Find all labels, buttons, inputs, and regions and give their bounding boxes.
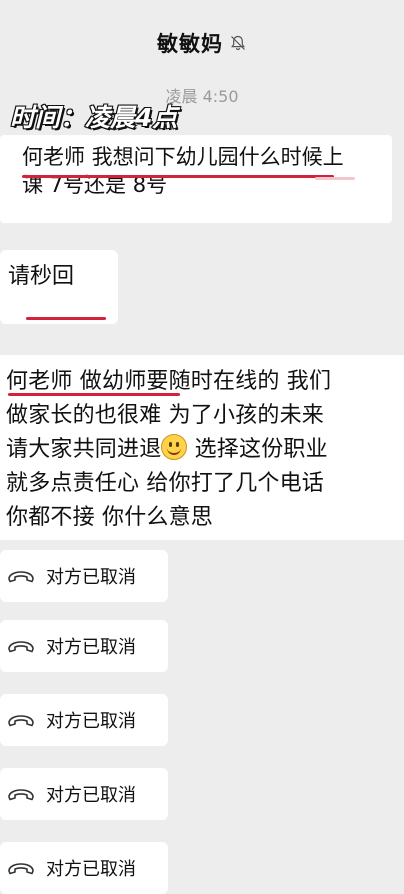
message-line: 你都不接 你什么意思	[6, 505, 213, 530]
highlight-underline-fade	[315, 177, 355, 180]
message-line: 请大家共同进退 选择这份职业	[6, 433, 404, 467]
call-status: 对方已取消	[46, 637, 136, 658]
call-status: 对方已取消	[46, 859, 136, 880]
message-bubble-urgent[interactable]: 请秒回	[0, 250, 118, 324]
highlight-underline	[26, 317, 106, 320]
highlight-underline	[8, 393, 180, 396]
phone-hangup-icon	[8, 571, 34, 583]
highlight-underline	[22, 175, 334, 178]
message-text: 选择这份职业	[187, 437, 328, 462]
call-status: 对方已取消	[46, 567, 136, 588]
phone-hangup-icon	[8, 641, 34, 653]
chat-title: 敏敏妈	[157, 32, 223, 56]
message-text: 请秒回	[8, 264, 75, 289]
phone-hangup-icon	[8, 863, 34, 875]
overlay-caption: 时间：凌晨4点	[9, 102, 178, 133]
call-record[interactable]: 对方已取消	[0, 768, 168, 820]
phone-hangup-icon	[8, 789, 34, 801]
call-status: 对方已取消	[46, 711, 136, 732]
call-record[interactable]: 对方已取消	[0, 694, 168, 746]
chat-header: 敏敏妈	[0, 0, 404, 82]
message-text: 请大家共同进退	[6, 437, 162, 462]
title-row[interactable]: 敏敏妈	[0, 28, 404, 58]
call-record[interactable]: 对方已取消	[0, 550, 168, 602]
call-status: 对方已取消	[46, 785, 136, 806]
smile-emoji-icon	[161, 434, 188, 460]
message-line: 就多点责任心 给你打了几个电话	[6, 471, 324, 496]
call-record[interactable]: 对方已取消	[0, 620, 168, 672]
call-record[interactable]: 对方已取消	[0, 842, 168, 894]
message-line: 做家长的也很难 为了小孩的未来	[6, 403, 324, 428]
bell-muted-icon	[229, 34, 247, 52]
message-line: 何老师 我想问下幼儿园什么时候上	[22, 145, 344, 169]
message-bubble-complaint[interactable]: 何老师 做幼师要随时在线的 我们 做家长的也很难 为了小孩的未来 请大家共同进退…	[0, 355, 404, 540]
phone-hangup-icon	[8, 715, 34, 727]
